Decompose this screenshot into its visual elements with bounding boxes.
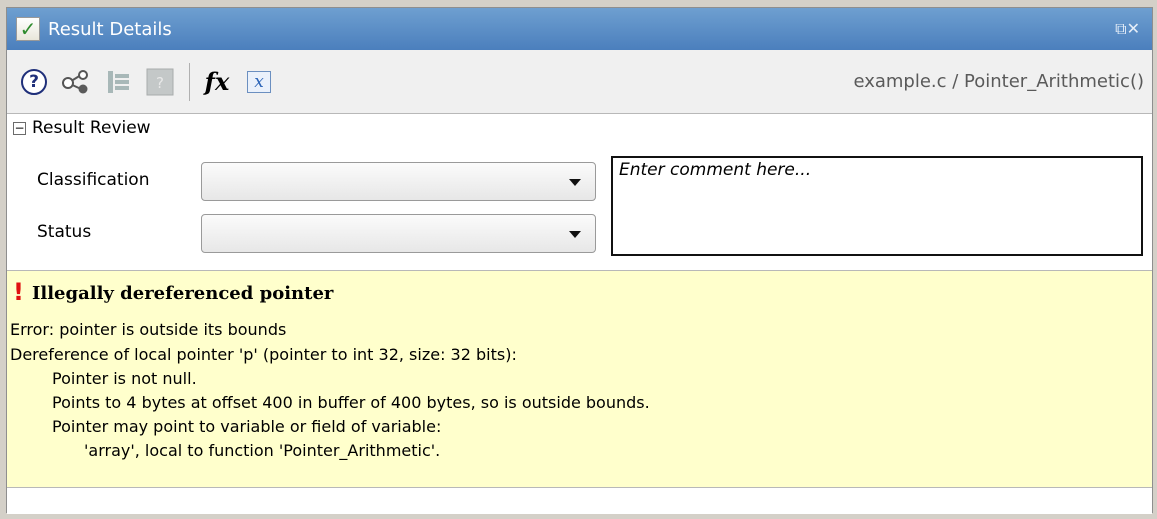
comment-field[interactable]: Enter comment here... [611,156,1143,256]
footer-area [7,488,1152,514]
result-line: Pointer is not null. [52,369,197,388]
app-check-icon: ✓ [16,17,40,41]
variable-icon: x [247,70,271,93]
status-select[interactable] [201,214,596,253]
source-icon [108,70,129,93]
result-review-header[interactable]: − Result Review [7,114,1152,142]
graph-icon [62,69,88,93]
breadcrumb: example.c / Pointer_Arithmetic() [853,71,1144,92]
classification-label: Classification [37,170,150,190]
result-line: Points to 4 bytes at offset 400 in buffe… [52,393,650,412]
result-review-label: Result Review [32,118,151,138]
toolbar-separator [189,62,190,101]
help-icon: ? [21,68,47,95]
result-line: 'array', local to function 'Pointer_Arit… [84,441,441,460]
review-form: Classification Status Enter comment here… [7,142,1152,270]
chevron-down-icon [569,179,581,186]
result-title-row: ! Illegally dereferenced pointer [13,279,333,305]
result-line: Dereference of local pointer 'p' (pointe… [10,345,517,364]
toolbar: ? ? fx x example.c / Pointer_Arithmetic(… [7,50,1152,114]
call-graph-button[interactable] [59,65,93,99]
function-button[interactable]: fx [200,65,234,99]
classification-select[interactable] [201,162,596,201]
window-title: Result Details [48,18,172,40]
variable-button[interactable]: x [242,65,276,99]
result-message-panel: ! Illegally dereferenced pointer Error: … [7,270,1152,488]
status-label: Status [37,222,92,242]
collapse-icon[interactable]: − [13,121,26,135]
source-view-button[interactable] [101,65,135,99]
fx-icon: fx [204,67,230,96]
result-title: Illegally dereferenced pointer [31,283,334,304]
result-line: Error: pointer is outside its bounds [10,320,287,339]
error-icon: ! [13,278,24,306]
disabled-help-icon: ? [146,68,174,95]
window-controls[interactable]: ⧉✕ [1115,19,1140,39]
result-details-window: ✓ Result Details ⧉✕ ? ? fx x example.c /… [6,7,1153,514]
title-bar: ✓ Result Details ⧉✕ [7,8,1152,50]
chevron-down-icon [569,231,581,238]
result-line: Pointer may point to variable or field o… [52,417,442,436]
check-help-button[interactable]: ? [143,65,177,99]
svg-text:?: ? [156,74,164,92]
help-button[interactable]: ? [17,65,51,99]
